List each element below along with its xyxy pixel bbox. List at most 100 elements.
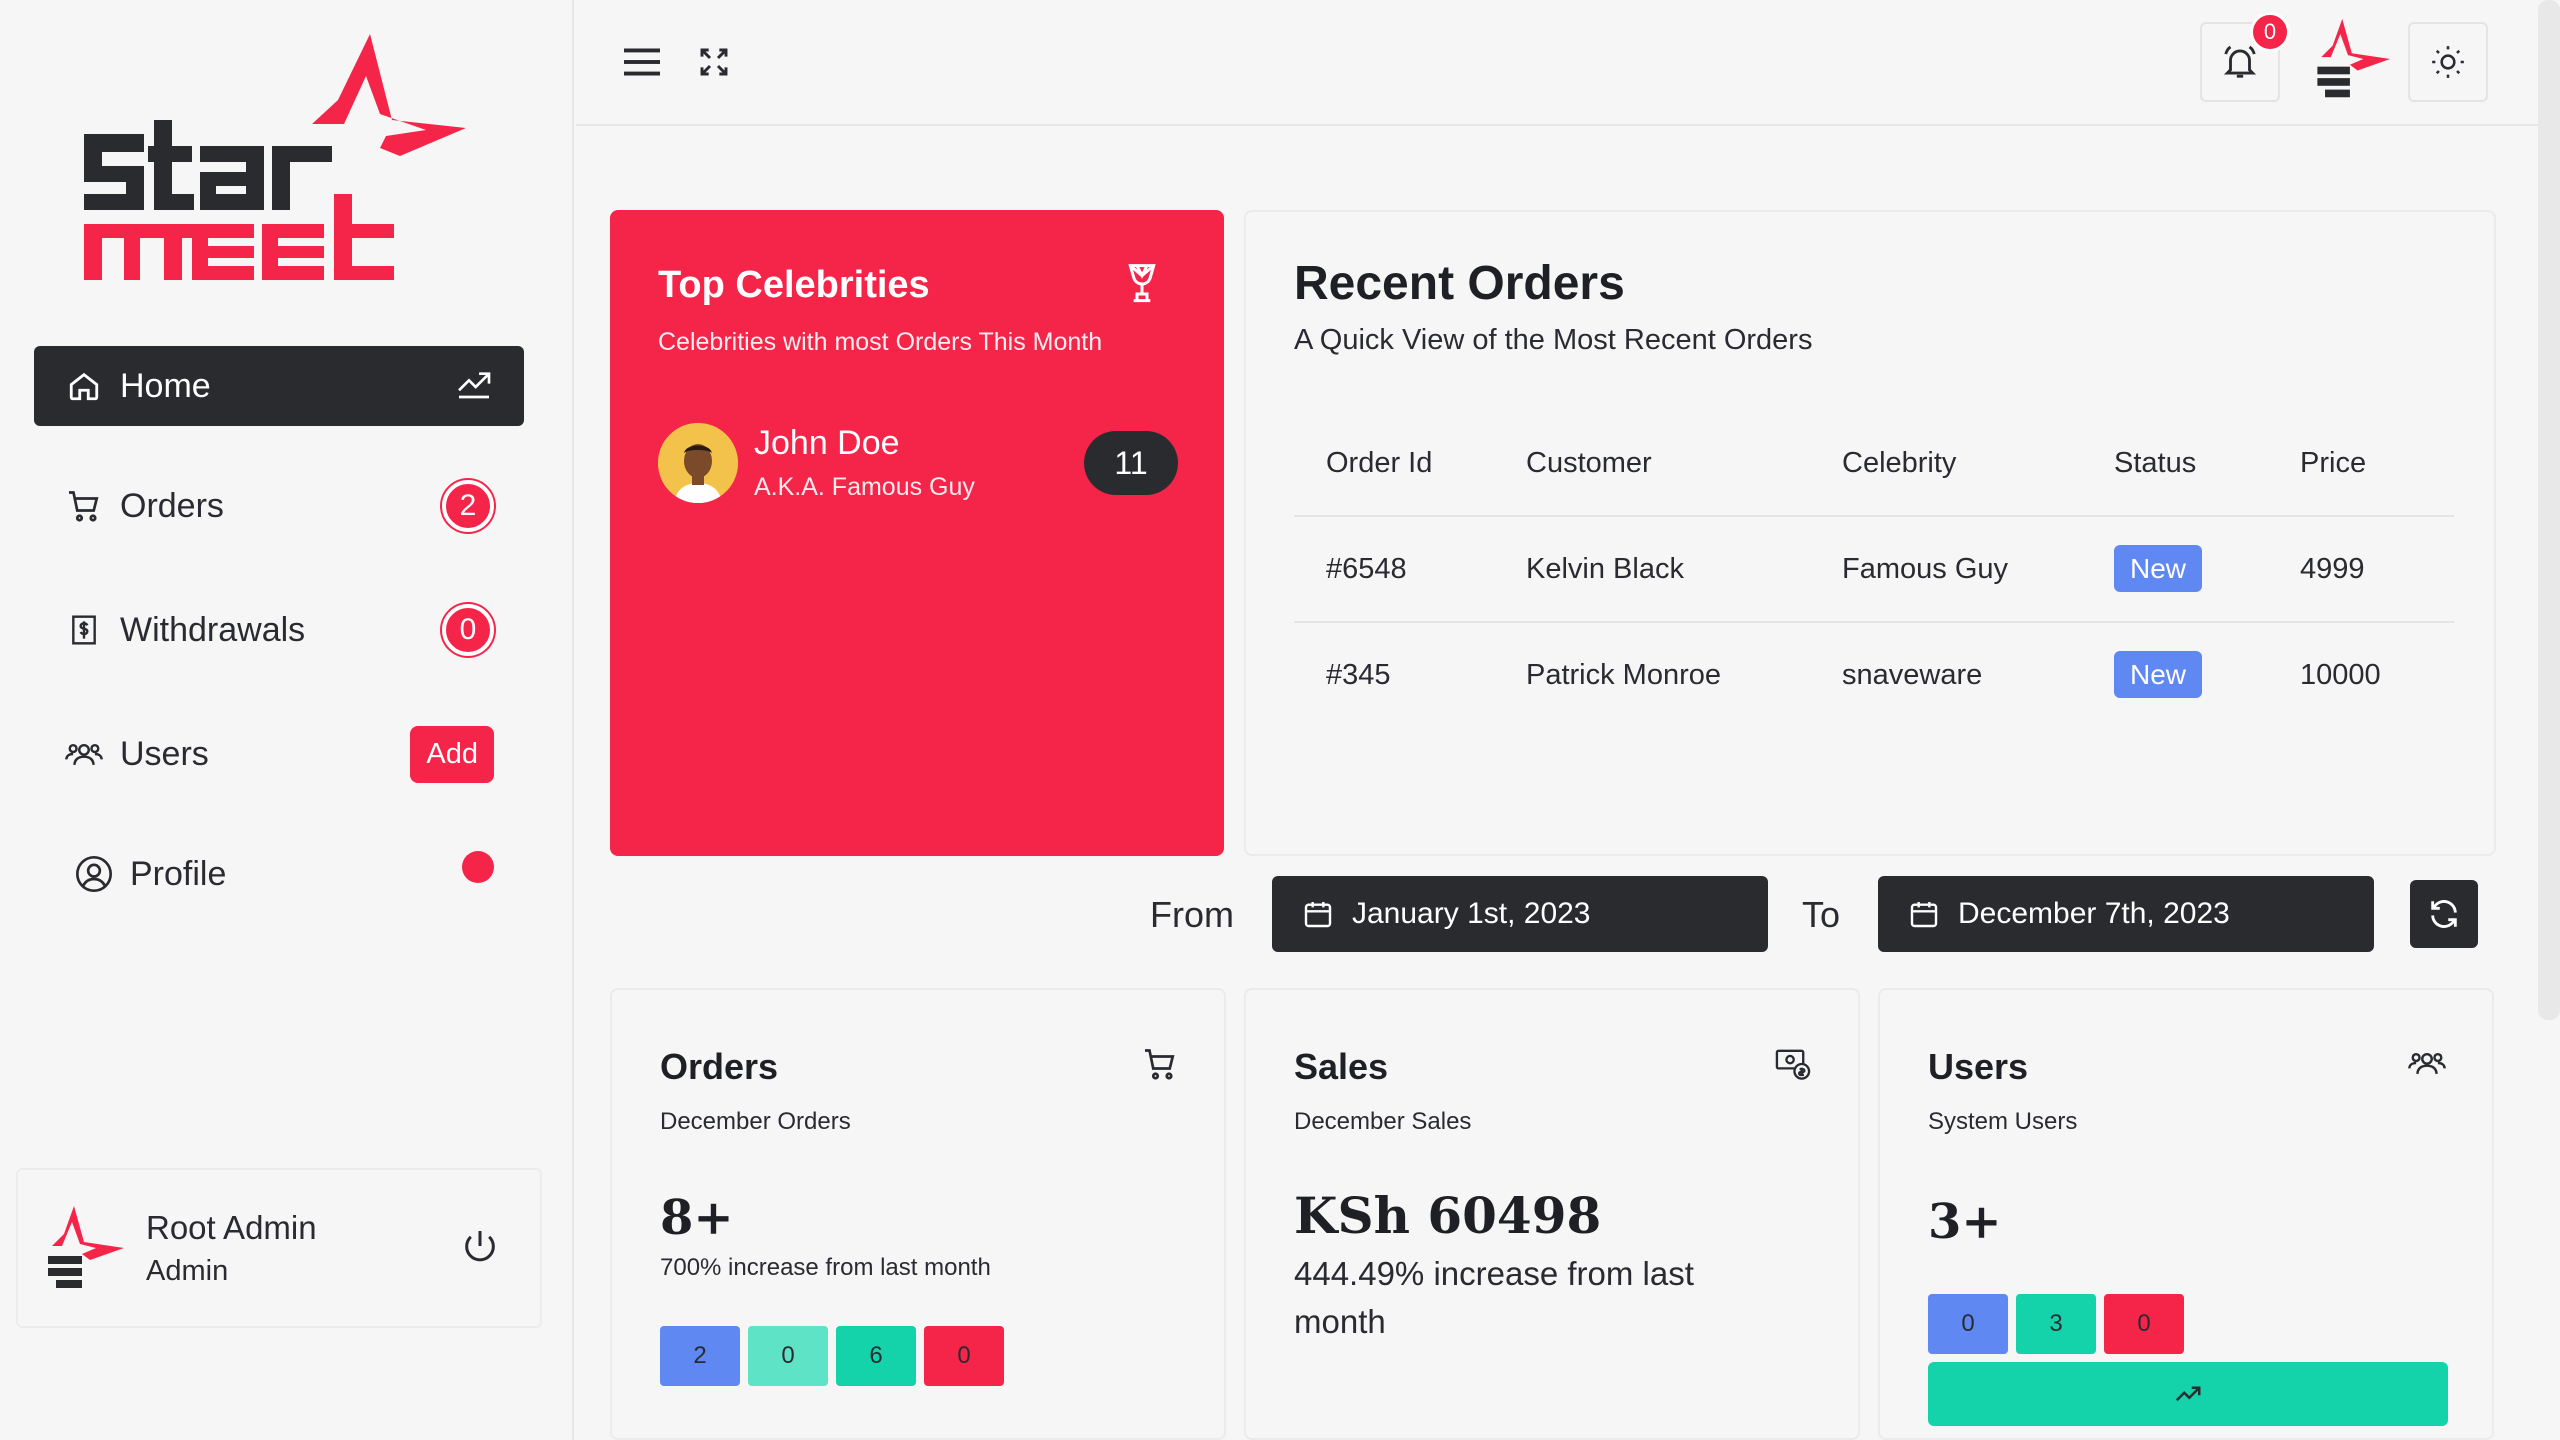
table-row[interactable]: #345 Patrick Monroe snaveware New 10000: [1294, 622, 2454, 728]
trophy-icon: [1122, 262, 1162, 311]
sidebar-item-label: Home: [120, 366, 211, 405]
users-status-chips: 0 3 0: [1928, 1294, 2184, 1354]
orders-stat-card: Orders December Orders 8+ 700% increase …: [610, 988, 1226, 1440]
sales-value: KSh 60498: [1294, 1186, 1602, 1245]
profile-circle-icon: [74, 854, 114, 894]
recent-orders-table: Order Id Customer Celebrity Status Price…: [1294, 412, 2454, 728]
status-chip[interactable]: 3: [2016, 1294, 2096, 1354]
table-row[interactable]: #6548 Kelvin Black Famous Guy New 4999: [1294, 516, 2454, 623]
from-date-picker[interactable]: January 1st, 2023: [1272, 876, 1768, 952]
order-customer: Kelvin Black: [1494, 516, 1810, 623]
trending-up-icon: [454, 362, 494, 411]
brand-avatar-icon: [2317, 18, 2391, 98]
users-icon: [64, 734, 104, 774]
refresh-button[interactable]: [2410, 880, 2478, 948]
card-title: Top Celebrities: [658, 264, 930, 306]
trending-up-icon: [2175, 1386, 2201, 1402]
sidebar-item-profile[interactable]: Profile: [34, 834, 524, 914]
status-badge: New: [2114, 544, 2203, 592]
order-celebrity: Famous Guy: [1810, 516, 2082, 623]
cart-icon: [1142, 1046, 1178, 1087]
bell-icon: [2223, 45, 2257, 78]
column-header: Celebrity: [1810, 412, 2082, 517]
sidebar-item-withdrawals[interactable]: Withdrawals 0: [34, 590, 524, 670]
orders-change: 700% increase from last month: [660, 1254, 991, 1281]
status-badge: New: [2114, 651, 2203, 698]
sidebar-item-label: Users: [120, 734, 209, 773]
card-title: Recent Orders: [1294, 257, 1625, 310]
star-meet-logo[interactable]: [80, 28, 470, 288]
sidebar-item-label: Profile: [130, 854, 227, 893]
withdrawals-count-badge: 0: [442, 604, 494, 656]
sun-icon: [2432, 46, 2464, 78]
status-chip[interactable]: 0: [924, 1326, 1004, 1386]
user-role: Admin: [146, 1254, 229, 1287]
notifications-button[interactable]: 0: [2200, 12, 2290, 102]
order-status-cell: New: [2082, 516, 2268, 623]
order-status-cell: New: [2082, 622, 2268, 728]
theme-toggle-button[interactable]: [2408, 22, 2488, 102]
users-icon: [2408, 1046, 2446, 1085]
hamburger-icon: [624, 48, 660, 76]
users-trend-button[interactable]: [1928, 1362, 2448, 1426]
cart-icon: [64, 486, 104, 526]
recent-orders-card: Recent Orders A Quick View of the Most R…: [1244, 210, 2496, 856]
celebrity-row[interactable]: John Doe A.K.A. Famous Guy 11: [658, 418, 1178, 508]
order-id: #345: [1326, 659, 1391, 691]
sidebar: Home Orders 2 Withdrawals 0 Users Add Pr…: [0, 0, 574, 1440]
to-date-value: December 7th, 2023: [1958, 897, 2230, 930]
users-stat-card: Users System Users 3+ 0 3 0: [1878, 988, 2494, 1440]
status-chip[interactable]: 0: [748, 1326, 828, 1386]
orders-status-chips: 2 0 6 0: [660, 1326, 1004, 1386]
users-value: 3+: [1928, 1194, 2002, 1250]
card-title: Users: [1928, 1046, 2029, 1087]
sidebar-item-home[interactable]: Home: [34, 346, 524, 426]
home-icon: [64, 366, 104, 406]
profile-status-dot: [462, 851, 494, 883]
celebrity-aka: A.K.A. Famous Guy: [754, 473, 975, 501]
to-date-picker[interactable]: December 7th, 2023: [1878, 876, 2374, 952]
card-subtitle: December Sales: [1294, 1108, 1472, 1135]
power-icon[interactable]: [460, 1226, 500, 1271]
sidebar-item-label: Withdrawals: [120, 610, 306, 649]
add-user-button[interactable]: Add: [410, 725, 494, 783]
fullscreen-button[interactable]: [696, 44, 732, 80]
from-label: From: [1150, 894, 1234, 935]
topbar: 0: [576, 0, 2560, 126]
to-label: To: [1802, 894, 1841, 935]
status-chip[interactable]: 0: [1928, 1294, 2008, 1354]
user-name: Root Admin: [146, 1208, 317, 1246]
top-celebrities-card: Top Celebrities Celebrities with most Or…: [610, 210, 1224, 856]
sidebar-item-orders[interactable]: Orders 2: [34, 466, 524, 546]
order-price: 10000: [2300, 659, 2381, 691]
refresh-icon: [2431, 900, 2457, 928]
column-header: Order Id: [1294, 412, 1494, 517]
card-title: Sales: [1294, 1046, 1389, 1087]
status-chip[interactable]: 6: [836, 1326, 916, 1386]
card-title: Orders: [660, 1046, 779, 1087]
orders-count-badge: 2: [442, 480, 494, 532]
user-avatar-logo: [48, 1206, 124, 1288]
celebrity-name: John Doe: [754, 424, 900, 462]
expand-icon: [700, 48, 728, 76]
sidebar-item-users[interactable]: Users Add: [34, 714, 524, 794]
sidebar-item-label: Orders: [120, 486, 224, 525]
card-subtitle: December Orders: [660, 1108, 851, 1135]
receipt-dollar-icon: [64, 610, 104, 650]
order-customer: Patrick Monroe: [1526, 659, 1722, 691]
current-user-card: Root Admin Admin: [16, 1168, 542, 1328]
status-chip[interactable]: 0: [2104, 1294, 2184, 1354]
card-subtitle: Celebrities with most Orders This Month: [658, 328, 1103, 356]
calendar-icon: [1302, 898, 1334, 930]
user-menu-avatar[interactable]: [2302, 14, 2394, 104]
sales-stat-card: Sales December Sales KSh 60498 444.49% i…: [1244, 988, 1860, 1440]
order-price: 4999: [2268, 516, 2454, 623]
calendar-icon: [1908, 898, 1940, 930]
menu-toggle-button[interactable]: [622, 42, 662, 82]
order-id: #6548: [1294, 516, 1494, 623]
column-header: Status: [2082, 412, 2268, 517]
card-subtitle: System Users: [1928, 1108, 2078, 1135]
status-chip[interactable]: 2: [660, 1326, 740, 1386]
page-scrollbar[interactable]: [2538, 0, 2560, 1020]
celebrity-avatar: [658, 423, 738, 503]
